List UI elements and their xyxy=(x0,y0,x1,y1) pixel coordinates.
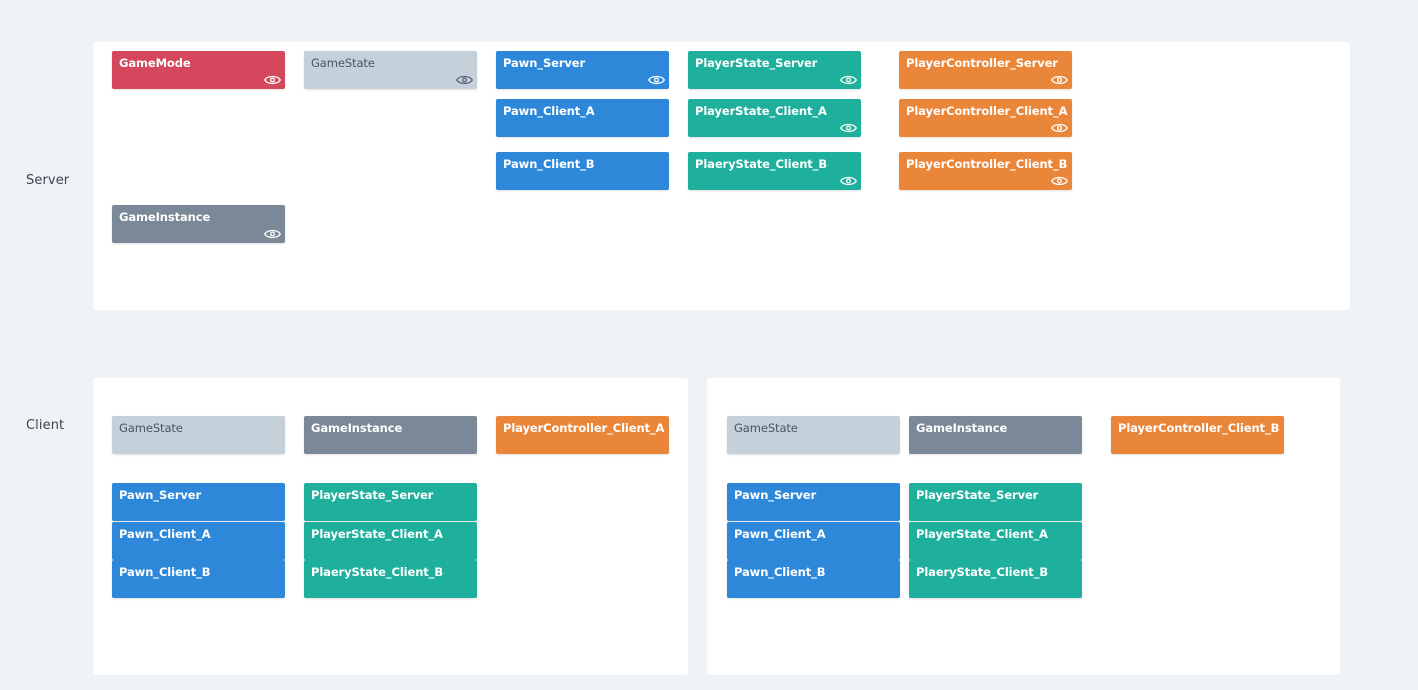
server-gamestate-node[interactable]: GameState xyxy=(304,51,477,89)
server-row-label: Server xyxy=(26,173,70,188)
node-label: GameState xyxy=(119,421,183,435)
eye-icon[interactable] xyxy=(648,74,665,86)
server-gamemode-node[interactable]: GameMode xyxy=(112,51,285,89)
node-label: GameInstance xyxy=(311,421,403,435)
server-gameinstance-node[interactable]: GameInstance xyxy=(112,205,285,243)
client-a-playerstate-client-a-node[interactable]: PlayerState_Client_A xyxy=(304,522,477,560)
node-label: PlayerState_Client_A xyxy=(916,527,1048,541)
eye-icon[interactable] xyxy=(840,74,857,86)
client-a-playerstate-client-b-node[interactable]: PlaeryState_Client_B xyxy=(304,560,477,598)
node-label: PlayerState_Server xyxy=(916,488,1039,502)
node-label: GameInstance xyxy=(119,210,211,224)
client-b-playerstate-server-node[interactable]: PlayerState_Server xyxy=(909,483,1082,521)
client-b-playercontroller-node[interactable]: PlayerController_Client_B xyxy=(1111,416,1284,454)
node-label: GameState xyxy=(734,421,798,435)
server-playercontroller-client-a-node[interactable]: PlayerController_Client_A xyxy=(899,99,1072,137)
node-label: Pawn_Client_A xyxy=(119,527,211,541)
client-a-gameinstance-node[interactable]: GameInstance xyxy=(304,416,477,454)
node-label: Pawn_Server xyxy=(503,56,586,70)
node-label: PlaeryState_Client_B xyxy=(916,565,1049,579)
eye-icon[interactable] xyxy=(840,175,857,187)
server-pawn-client-a-node[interactable]: Pawn_Client_A xyxy=(496,99,669,137)
client-a-gamestate-node[interactable]: GameState xyxy=(112,416,285,454)
client-b-playerstate-client-b-node[interactable]: PlaeryState_Client_B xyxy=(909,560,1082,598)
client-b-gamestate-node[interactable]: GameState xyxy=(727,416,900,454)
node-label: PlayerController_Client_B xyxy=(1118,421,1280,435)
node-label: Pawn_Server xyxy=(119,488,202,502)
node-label: PlayerController_Client_A xyxy=(906,104,1068,118)
node-label: Pawn_Client_A xyxy=(503,104,595,118)
node-label: PlayerState_Server xyxy=(311,488,434,502)
server-playercontroller-server-node[interactable]: PlayerController_Server xyxy=(899,51,1072,89)
client-b-pawn-client-b-node[interactable]: Pawn_Client_B xyxy=(727,560,900,598)
node-label: PlayerState_Server xyxy=(695,56,818,70)
node-label: Pawn_Client_B xyxy=(734,565,826,579)
server-playerstate-client-a-node[interactable]: PlayerState_Client_A xyxy=(688,99,861,137)
client-b-playerstate-client-a-node[interactable]: PlayerState_Client_A xyxy=(909,522,1082,560)
eye-icon[interactable] xyxy=(1051,122,1068,134)
server-playerstate-client-b-node[interactable]: PlaeryState_Client_B xyxy=(688,152,861,190)
node-label: PlayerController_Client_A xyxy=(503,421,665,435)
server-pawn-server-node[interactable]: Pawn_Server xyxy=(496,51,669,89)
client-row-label: Client xyxy=(26,418,65,433)
client-b-gameinstance-node[interactable]: GameInstance xyxy=(909,416,1082,454)
node-label: PlayerController_Server xyxy=(906,56,1058,70)
node-label: Pawn_Client_A xyxy=(734,527,826,541)
eye-icon[interactable] xyxy=(840,122,857,134)
eye-icon[interactable] xyxy=(264,74,281,86)
node-label: PlaeryState_Client_B xyxy=(311,565,444,579)
eye-icon[interactable] xyxy=(264,228,281,240)
node-label: Pawn_Client_B xyxy=(503,157,595,171)
client-b-pawn-server-node[interactable]: Pawn_Server xyxy=(727,483,900,521)
node-label: PlayerState_Client_A xyxy=(695,104,827,118)
node-label: GameInstance xyxy=(916,421,1008,435)
node-label: GameState xyxy=(311,56,375,70)
client-b-pawn-client-a-node[interactable]: Pawn_Client_A xyxy=(727,522,900,560)
node-label: GameMode xyxy=(119,56,191,70)
client-a-playercontroller-node[interactable]: PlayerController_Client_A xyxy=(496,416,669,454)
server-pawn-client-b-node[interactable]: Pawn_Client_B xyxy=(496,152,669,190)
node-label: Pawn_Client_B xyxy=(119,565,211,579)
node-label: Pawn_Server xyxy=(734,488,817,502)
node-label: PlayerController_Client_B xyxy=(906,157,1068,171)
client-a-pawn-server-node[interactable]: Pawn_Server xyxy=(112,483,285,521)
server-panel: GameMode GameState Pawn_Server Pawn_Clie… xyxy=(93,42,1350,310)
node-label: PlayerState_Client_A xyxy=(311,527,443,541)
node-label: PlaeryState_Client_B xyxy=(695,157,828,171)
eye-icon[interactable] xyxy=(1051,175,1068,187)
client-a-panel: GameState GameInstance PlayerController_… xyxy=(93,378,688,675)
eye-icon[interactable] xyxy=(456,74,473,86)
client-a-pawn-client-b-node[interactable]: Pawn_Client_B xyxy=(112,560,285,598)
server-playercontroller-client-b-node[interactable]: PlayerController_Client_B xyxy=(899,152,1072,190)
server-playerstate-server-node[interactable]: PlayerState_Server xyxy=(688,51,861,89)
client-b-panel: GameState GameInstance PlayerController_… xyxy=(707,378,1340,675)
eye-icon[interactable] xyxy=(1051,74,1068,86)
client-a-pawn-client-a-node[interactable]: Pawn_Client_A xyxy=(112,522,285,560)
client-a-playerstate-server-node[interactable]: PlayerState_Server xyxy=(304,483,477,521)
